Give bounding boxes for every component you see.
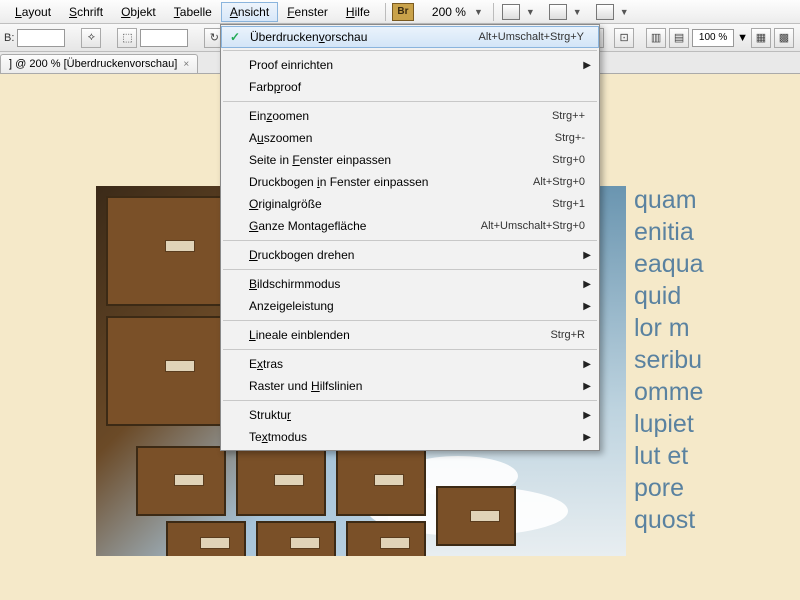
submenu-arrow-icon: ▶ xyxy=(583,301,591,312)
menu-item-label: Farbproof xyxy=(249,80,585,94)
crop-icon[interactable]: ⊡ xyxy=(614,28,634,48)
menu-item[interactable]: Struktur▶ xyxy=(221,404,599,426)
menu-ansicht[interactable]: Ansicht xyxy=(221,2,278,22)
zoom-level[interactable]: 200 % xyxy=(428,5,470,19)
menu-item-shortcut: Alt+Umschalt+Strg+Y xyxy=(479,31,584,43)
menu-item[interactable]: Druckbogen drehen▶ xyxy=(221,244,599,266)
menu-item[interactable]: Lineale einblendenStrg+R xyxy=(221,324,599,346)
tab-close-icon[interactable]: × xyxy=(183,59,189,70)
menu-hilfe[interactable]: Hilfe xyxy=(337,2,379,22)
menu-item-shortcut: Strg+1 xyxy=(552,198,585,210)
menu-item[interactable]: Bildschirmmodus▶ xyxy=(221,273,599,295)
menu-item-label: Seite in Fenster einpassen xyxy=(249,153,552,167)
menu-tabelle[interactable]: Tabelle xyxy=(165,2,221,22)
tab-title: ] @ 200 % [Überdruckenvorschau] xyxy=(9,58,177,70)
menu-item-shortcut: Alt+Umschalt+Strg+0 xyxy=(481,220,585,232)
menu-layout[interactable]: Layout xyxy=(6,2,60,22)
menu-fenster[interactable]: Fenster xyxy=(278,2,337,22)
menu-schrift[interactable]: Schrift xyxy=(60,2,112,22)
menu-item-label: Textmodus xyxy=(249,430,585,444)
text-line: quam xyxy=(634,184,800,216)
submenu-arrow-icon: ▶ xyxy=(583,279,591,290)
text-line: quost xyxy=(634,504,800,536)
width-label: B: xyxy=(4,32,14,44)
width-field[interactable] xyxy=(17,29,65,47)
bridge-button[interactable]: Br xyxy=(392,3,414,21)
menu-objekt[interactable]: Objekt xyxy=(112,2,165,22)
text-line: lupiet xyxy=(634,408,800,440)
submenu-arrow-icon: ▶ xyxy=(583,410,591,421)
submenu-arrow-icon: ▶ xyxy=(583,60,591,71)
menu-item[interactable]: EinzoomenStrg++ xyxy=(221,105,599,127)
main-menubar: Layout Schrift Objekt Tabelle Ansicht Fe… xyxy=(0,0,800,24)
menu-item[interactable]: AuszoomenStrg+- xyxy=(221,127,599,149)
menu-item-label: Anzeigeleistung xyxy=(249,299,585,313)
menu-item[interactable]: Seite in Fenster einpassenStrg+0 xyxy=(221,149,599,171)
menu-item-label: Auszoomen xyxy=(249,131,555,145)
toolbar-icon[interactable]: ▩ xyxy=(774,28,794,48)
menu-item-label: Ganze Montagefläche xyxy=(249,219,481,233)
menu-item-shortcut: Strg+- xyxy=(555,132,585,144)
text-line: seribu xyxy=(634,344,800,376)
menu-item[interactable]: ÜberdruckenvorschauAlt+Umschalt+Strg+Y xyxy=(221,26,599,48)
text-line: enitia xyxy=(634,216,800,248)
menu-item-shortcut: Strg+0 xyxy=(552,154,585,166)
menu-item-label: Originalgröße xyxy=(249,197,552,211)
dropdown-arrow-icon[interactable]: ▼ xyxy=(522,7,539,17)
menu-item[interactable]: Ganze MontageflächeAlt+Umschalt+Strg+0 xyxy=(221,215,599,237)
menu-item-label: Proof einrichten xyxy=(249,58,585,72)
menu-item-label: Druckbogen in Fenster einpassen xyxy=(249,175,533,189)
menu-item-label: Einzoomen xyxy=(249,109,552,123)
menu-item-label: Bildschirmmodus xyxy=(249,277,585,291)
menubar-separator xyxy=(385,3,386,21)
toolbar-icon[interactable]: ▦ xyxy=(751,28,771,48)
toolbar-icon[interactable]: ▥ xyxy=(646,28,666,48)
menu-item[interactable]: Druckbogen in Fenster einpassenAlt+Strg+… xyxy=(221,171,599,193)
view-mode-icon-3[interactable] xyxy=(596,4,614,20)
menu-item-label: Struktur xyxy=(249,408,585,422)
menu-item-label: Raster und Hilfslinien xyxy=(249,379,585,393)
menu-item-shortcut: Alt+Strg+0 xyxy=(533,176,585,188)
menu-item[interactable]: Farbproof xyxy=(221,76,599,98)
tool-icon[interactable]: ⬚ xyxy=(117,28,137,48)
menu-item[interactable]: Raster und Hilfslinien▶ xyxy=(221,375,599,397)
link-dims-icon[interactable]: ⟡ xyxy=(81,28,101,48)
text-line: quid xyxy=(634,280,800,312)
text-line: lor m xyxy=(634,312,800,344)
dropdown-arrow-icon[interactable]: ▼ xyxy=(616,7,633,17)
dropdown-arrow-icon[interactable]: ▼ xyxy=(569,7,586,17)
menu-item-label: Extras xyxy=(249,357,585,371)
body-text-frame[interactable]: quam enitia eaqua quid lor m seribu omme… xyxy=(634,184,800,536)
percent-field[interactable]: 100 % xyxy=(692,29,734,47)
menubar-separator xyxy=(493,3,494,21)
text-line: lut et xyxy=(634,440,800,472)
menu-item[interactable]: Textmodus▶ xyxy=(221,426,599,448)
text-line: eaqua xyxy=(634,248,800,280)
zoom-dropdown-icon[interactable]: ▼ xyxy=(470,7,487,17)
menu-item-shortcut: Strg++ xyxy=(552,110,585,122)
menu-item[interactable]: Proof einrichten▶ xyxy=(221,54,599,76)
menu-item-label: Druckbogen drehen xyxy=(249,248,585,262)
text-line: pore xyxy=(634,472,800,504)
document-tab[interactable]: ] @ 200 % [Überdruckenvorschau] × xyxy=(0,54,198,73)
menu-item[interactable]: Anzeigeleistung▶ xyxy=(221,295,599,317)
menu-item-shortcut: Strg+R xyxy=(550,329,585,341)
view-mode-icon-1[interactable] xyxy=(502,4,520,20)
submenu-arrow-icon: ▶ xyxy=(583,432,591,443)
text-line: omme xyxy=(634,376,800,408)
menu-item-label: Überdruckenvorschau xyxy=(250,30,479,44)
submenu-arrow-icon: ▶ xyxy=(583,381,591,392)
submenu-arrow-icon: ▶ xyxy=(583,359,591,370)
view-mode-icon-2[interactable] xyxy=(549,4,567,20)
menu-item[interactable]: OriginalgrößeStrg+1 xyxy=(221,193,599,215)
dropdown-arrow-icon[interactable]: ▼ xyxy=(737,32,748,44)
field-2[interactable] xyxy=(140,29,188,47)
menu-item-label: Lineale einblenden xyxy=(249,328,550,342)
menu-item[interactable]: Extras▶ xyxy=(221,353,599,375)
ansicht-dropdown-menu: ÜberdruckenvorschauAlt+Umschalt+Strg+Y Pr… xyxy=(220,24,600,451)
toolbar-icon[interactable]: ▤ xyxy=(669,28,689,48)
submenu-arrow-icon: ▶ xyxy=(583,250,591,261)
